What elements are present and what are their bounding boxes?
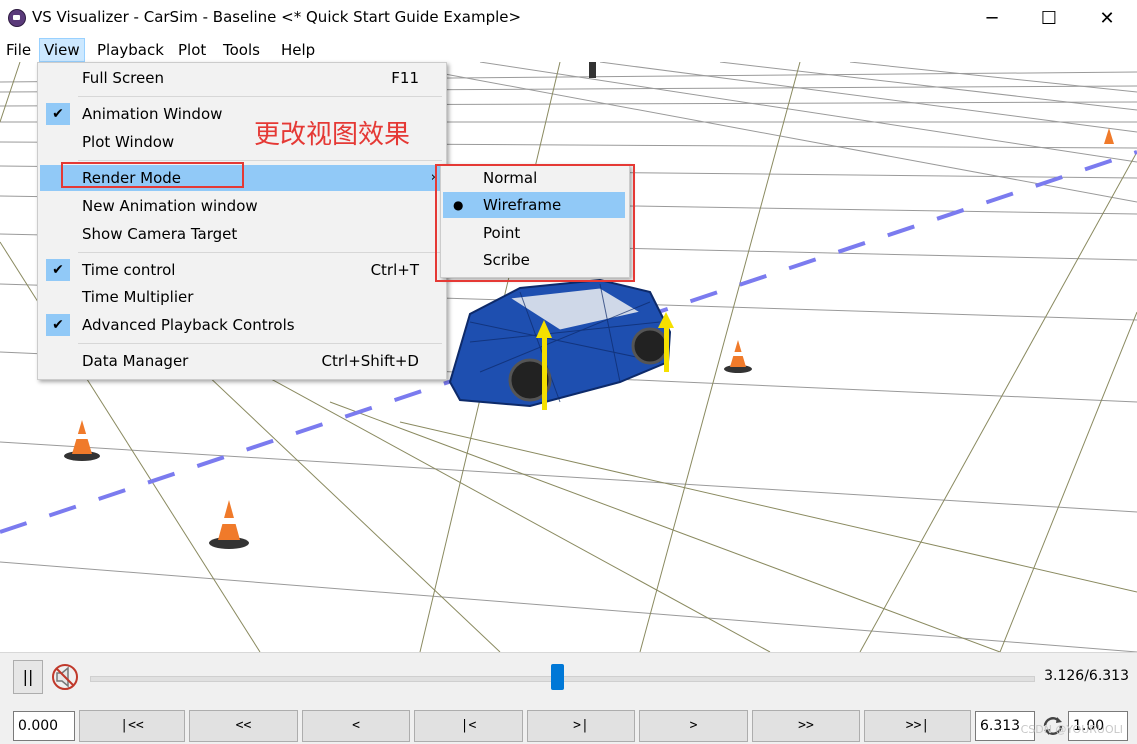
- render-mode-label: Render Mode: [82, 169, 182, 187]
- render-mode-point[interactable]: Point: [443, 220, 625, 246]
- time-control-label: Time control: [82, 261, 176, 279]
- menu-view[interactable]: View: [39, 38, 85, 62]
- traffic-cone: [724, 340, 752, 373]
- title-bar: VS Visualizer - CarSim - Baseline <* Qui…: [0, 0, 1137, 36]
- step-forward-button[interactable]: >|: [527, 710, 635, 742]
- traffic-cone: [209, 500, 249, 549]
- show-camera-target-label: Show Camera Target: [82, 225, 238, 243]
- time-control-shortcut: Ctrl+T: [370, 261, 419, 279]
- menu-playback[interactable]: Playback: [93, 39, 168, 61]
- go-to-end-button[interactable]: >>|: [864, 710, 971, 742]
- chevron-right-icon: ›: [430, 170, 436, 185]
- traffic-cone: [64, 420, 100, 461]
- animation-window-label: Animation Window: [82, 105, 223, 123]
- rewind-button[interactable]: <: [302, 710, 410, 742]
- data-manager-label: Data Manager: [82, 352, 189, 370]
- menu-separator: [78, 252, 442, 253]
- minimize-button[interactable]: ─: [963, 0, 1021, 36]
- go-to-start-button[interactable]: |<<: [79, 710, 185, 742]
- render-mode-submenu: Normal ● Wireframe Point Scribe: [440, 164, 630, 278]
- time-readout: 3.126/6.313: [1044, 668, 1129, 684]
- menu-item-render-mode[interactable]: Render Mode ›: [40, 165, 444, 191]
- point-label: Point: [483, 224, 521, 242]
- menu-item-full-screen[interactable]: Full Screen F11: [40, 65, 444, 91]
- check-icon: ✔: [46, 314, 70, 336]
- plot-window-label: Plot Window: [82, 133, 175, 151]
- pause-button[interactable]: ||: [13, 660, 43, 694]
- view-menu-dropdown: Full Screen F11 ✔ Animation Window Plot …: [37, 62, 447, 380]
- render-mode-scribe[interactable]: Scribe: [443, 247, 625, 273]
- step-back-button[interactable]: |<: [414, 710, 523, 742]
- menu-item-show-camera-target[interactable]: Show Camera Target: [40, 221, 444, 247]
- fast-rewind-button[interactable]: <<: [189, 710, 298, 742]
- menu-separator: [78, 160, 442, 161]
- menu-help[interactable]: Help: [277, 39, 319, 61]
- check-icon: ✔: [46, 259, 70, 281]
- full-screen-label: Full Screen: [82, 69, 164, 87]
- time-multiplier-label: Time Multiplier: [82, 288, 194, 306]
- time-slider-thumb[interactable]: [550, 664, 564, 690]
- traffic-cone: [1104, 128, 1114, 144]
- fast-forward-button[interactable]: >>: [752, 710, 860, 742]
- playback-controls: || 3.126/6.313 0.000 |<< << < |< >| > >>…: [0, 652, 1137, 744]
- new-animation-window-label: New Animation window: [82, 197, 258, 215]
- play-button[interactable]: >: [639, 710, 748, 742]
- watermark: CSDN @YOURUOLI: [1020, 723, 1123, 736]
- close-button[interactable]: ✕: [1078, 0, 1136, 36]
- radio-bullet-icon: ●: [453, 198, 464, 212]
- menu-separator: [78, 343, 442, 344]
- data-manager-shortcut: Ctrl+Shift+D: [321, 352, 419, 370]
- mute-icon[interactable]: [48, 660, 82, 694]
- menu-item-data-manager[interactable]: Data Manager Ctrl+Shift+D: [40, 348, 444, 374]
- menu-item-new-animation-window[interactable]: New Animation window: [40, 193, 444, 219]
- advanced-playback-label: Advanced Playback Controls: [82, 316, 295, 334]
- menu-item-time-multiplier[interactable]: Time Multiplier: [40, 284, 444, 310]
- app-icon: [8, 9, 26, 27]
- menu-separator: [78, 96, 442, 97]
- check-icon: ✔: [46, 103, 70, 125]
- full-screen-shortcut: F11: [391, 69, 419, 87]
- wireframe-label: Wireframe: [483, 196, 562, 214]
- start-time-field[interactable]: 0.000: [13, 711, 75, 741]
- menu-plot[interactable]: Plot: [174, 39, 210, 61]
- menu-bar: File View Playback Plot Tools Help: [0, 36, 1137, 62]
- render-mode-normal[interactable]: Normal: [443, 165, 625, 191]
- maximize-button[interactable]: ☐: [1020, 0, 1078, 36]
- normal-label: Normal: [483, 169, 538, 187]
- annotation-text: 更改视图效果: [254, 120, 411, 150]
- menu-tools[interactable]: Tools: [219, 39, 264, 61]
- distant-post: [589, 62, 596, 78]
- menu-file[interactable]: File: [2, 39, 35, 61]
- render-mode-wireframe[interactable]: ● Wireframe: [443, 192, 625, 218]
- menu-item-advanced-playback[interactable]: ✔ Advanced Playback Controls: [40, 312, 444, 338]
- menu-item-time-control[interactable]: ✔ Time control Ctrl+T: [40, 257, 444, 283]
- window-title: VS Visualizer - CarSim - Baseline <* Qui…: [32, 8, 522, 26]
- scribe-label: Scribe: [483, 251, 530, 269]
